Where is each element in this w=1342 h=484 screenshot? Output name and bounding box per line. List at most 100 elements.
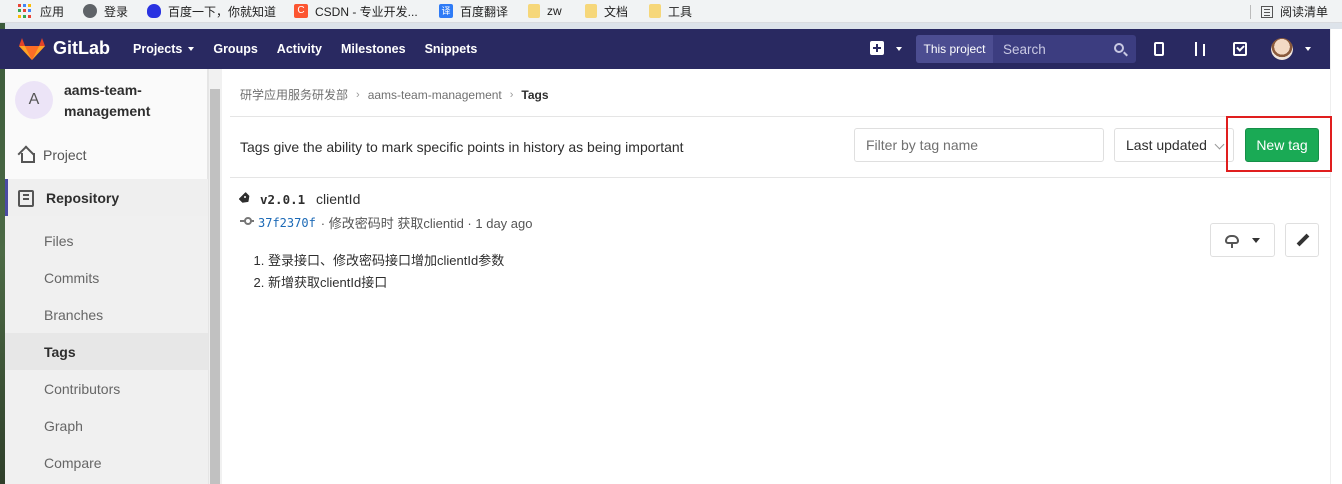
window-scrollbar[interactable] — [1330, 29, 1342, 484]
download-icon — [1225, 235, 1239, 248]
new-item-plus-icon[interactable] — [870, 41, 884, 55]
sort-label: Last updated — [1126, 137, 1207, 153]
issues-icon[interactable] — [1154, 42, 1164, 56]
sidebar-item-label: Commits — [44, 269, 100, 286]
sidebar-item-graph[interactable]: Graph — [5, 407, 208, 444]
project-avatar[interactable]: A — [15, 81, 53, 119]
nav-projects-label: Projects — [133, 42, 183, 56]
nav-milestones[interactable]: Milestones — [341, 42, 406, 56]
sidebar-item-compare[interactable]: Compare — [5, 444, 208, 481]
sidebar-item-tags[interactable]: Tags — [5, 333, 208, 370]
bookmark-csdn[interactable]: C CSDN - 专业开发... — [294, 0, 418, 23]
todo-icon[interactable] — [1233, 42, 1247, 56]
sidebar-item-label: Files — [44, 232, 74, 249]
folder-icon — [585, 4, 597, 18]
nav-groups[interactable]: Groups — [213, 42, 257, 56]
sidebar-item-files[interactable]: Files — [5, 222, 208, 259]
gitlab-brand[interactable]: GitLab — [53, 38, 110, 59]
breadcrumb-current[interactable]: Tags — [521, 88, 548, 102]
divider — [230, 177, 1330, 178]
chevron-down-icon — [1252, 238, 1260, 243]
bookmark-label: 应用 — [40, 4, 65, 19]
bookmark-label: 百度一下，你就知道 — [168, 4, 277, 19]
bookmark-login[interactable]: 登录 — [83, 0, 128, 23]
release-note-item: 登录接口、修改密码接口增加clientId参数 — [268, 250, 504, 272]
search-icon — [1114, 43, 1124, 53]
top-navbar: GitLab Projects Groups Activity Mileston… — [0, 29, 1330, 69]
bookmark-folder-docs[interactable]: 文档 — [585, 0, 628, 23]
tag-icon — [241, 193, 253, 205]
sidebar-item-label: Compare — [44, 454, 102, 471]
release-notes: 登录接口、修改密码接口增加clientId参数 新增获取clientId接口 — [254, 250, 504, 294]
reading-list-icon — [1260, 5, 1273, 18]
bookmark-apps[interactable]: 应用 — [18, 0, 64, 23]
nav-snippets[interactable]: Snippets — [425, 42, 478, 56]
sidebar-item-label: Graph — [44, 417, 83, 434]
search-box[interactable]: This project Search — [916, 35, 1136, 63]
bookmark-label: 工具 — [668, 4, 693, 19]
commit-description: · 修改密码时 获取clientid · 1 day ago — [320, 216, 533, 231]
sidebar-item-branches[interactable]: Branches — [5, 296, 208, 333]
sidebar-scrollbar-thumb[interactable] — [210, 89, 220, 484]
bookmark-label: 文档 — [604, 4, 629, 19]
breadcrumb: 研学应用服务研发部 › aams-team-management › Tags — [240, 86, 549, 103]
tag-name-link[interactable]: v2.0.1 — [260, 192, 305, 207]
sidebar-item-label: Repository — [46, 189, 120, 206]
tag-message: clientId — [316, 191, 361, 207]
download-dropdown-button[interactable] — [1210, 223, 1275, 257]
book-icon — [18, 190, 34, 207]
breadcrumb-group[interactable]: 研学应用服务研发部 — [240, 86, 348, 103]
user-avatar[interactable] — [1271, 38, 1293, 60]
breadcrumb-project[interactable]: aams-team-management — [368, 88, 502, 102]
tag-commit-info: 37f2370f · 修改密码时 获取clientid · 1 day ago — [258, 213, 532, 232]
reading-list[interactable]: 阅读清单 — [1249, 0, 1328, 23]
bookmarks-bar: 应用 登录 百度一下，你就知道 C CSDN - 专业开发... 译 百度翻译 … — [0, 0, 1342, 23]
sidebar-item-label: Project — [43, 146, 87, 163]
merge-request-icon[interactable] — [1194, 42, 1208, 56]
chevron-down-icon[interactable] — [896, 47, 902, 51]
search-scope[interactable]: This project — [916, 35, 993, 63]
commit-icon — [240, 216, 254, 226]
sort-dropdown[interactable]: Last updated — [1114, 128, 1234, 162]
folder-icon — [528, 4, 540, 18]
project-title[interactable]: aams-team-management — [64, 80, 184, 122]
pencil-icon — [1296, 233, 1310, 247]
csdn-icon: C — [294, 4, 308, 18]
chevron-down-icon — [1214, 139, 1225, 150]
sidebar-item-project[interactable]: Project — [5, 136, 208, 173]
sidebar-item-label: Contributors — [44, 380, 121, 397]
baidu-paw-icon — [147, 4, 161, 18]
nav-links: Projects Groups Activity Milestones Snip… — [133, 29, 496, 69]
nav-projects[interactable]: Projects — [133, 42, 195, 56]
folder-icon — [649, 4, 661, 18]
bookmark-translate[interactable]: 译 百度翻译 — [439, 0, 508, 23]
sidebar-item-repository[interactable]: Repository — [5, 179, 208, 216]
nav-activity[interactable]: Activity — [277, 42, 322, 56]
chevron-down-icon[interactable] — [1305, 47, 1311, 51]
sidebar-item-contributors[interactable]: Contributors — [5, 370, 208, 407]
highlight-annotation — [1226, 116, 1332, 172]
globe-icon — [83, 4, 97, 18]
filter-tags-input[interactable]: Filter by tag name — [854, 128, 1104, 162]
bookmark-folder-zw[interactable]: zw — [528, 0, 562, 23]
divider — [1249, 4, 1251, 19]
reading-list-label: 阅读清单 — [1279, 5, 1328, 19]
bookmark-label: zw — [547, 4, 562, 18]
release-note-item: 新增获取clientId接口 — [268, 272, 504, 294]
chevron-right-icon: › — [356, 88, 360, 101]
commit-sha-link[interactable]: 37f2370f — [258, 216, 316, 230]
bookmark-label: 百度翻译 — [460, 4, 509, 19]
tags-intro-text: Tags give the ability to mark specific p… — [240, 139, 684, 155]
bookmark-label: CSDN - 专业开发... — [315, 4, 418, 19]
sidebar-item-label: Branches — [44, 306, 104, 323]
sidebar-item-commits[interactable]: Commits — [5, 259, 208, 296]
divider — [230, 116, 1330, 117]
chevron-down-icon — [188, 47, 195, 51]
gitlab-logo-icon[interactable] — [19, 38, 45, 60]
bookmark-folder-tools[interactable]: 工具 — [649, 0, 692, 23]
edit-release-button[interactable] — [1285, 223, 1319, 257]
bookmark-label: 登录 — [104, 4, 129, 19]
apps-grid-icon — [18, 4, 32, 18]
bookmark-baidu[interactable]: 百度一下，你就知道 — [147, 0, 276, 23]
chevron-right-icon: › — [509, 88, 514, 101]
